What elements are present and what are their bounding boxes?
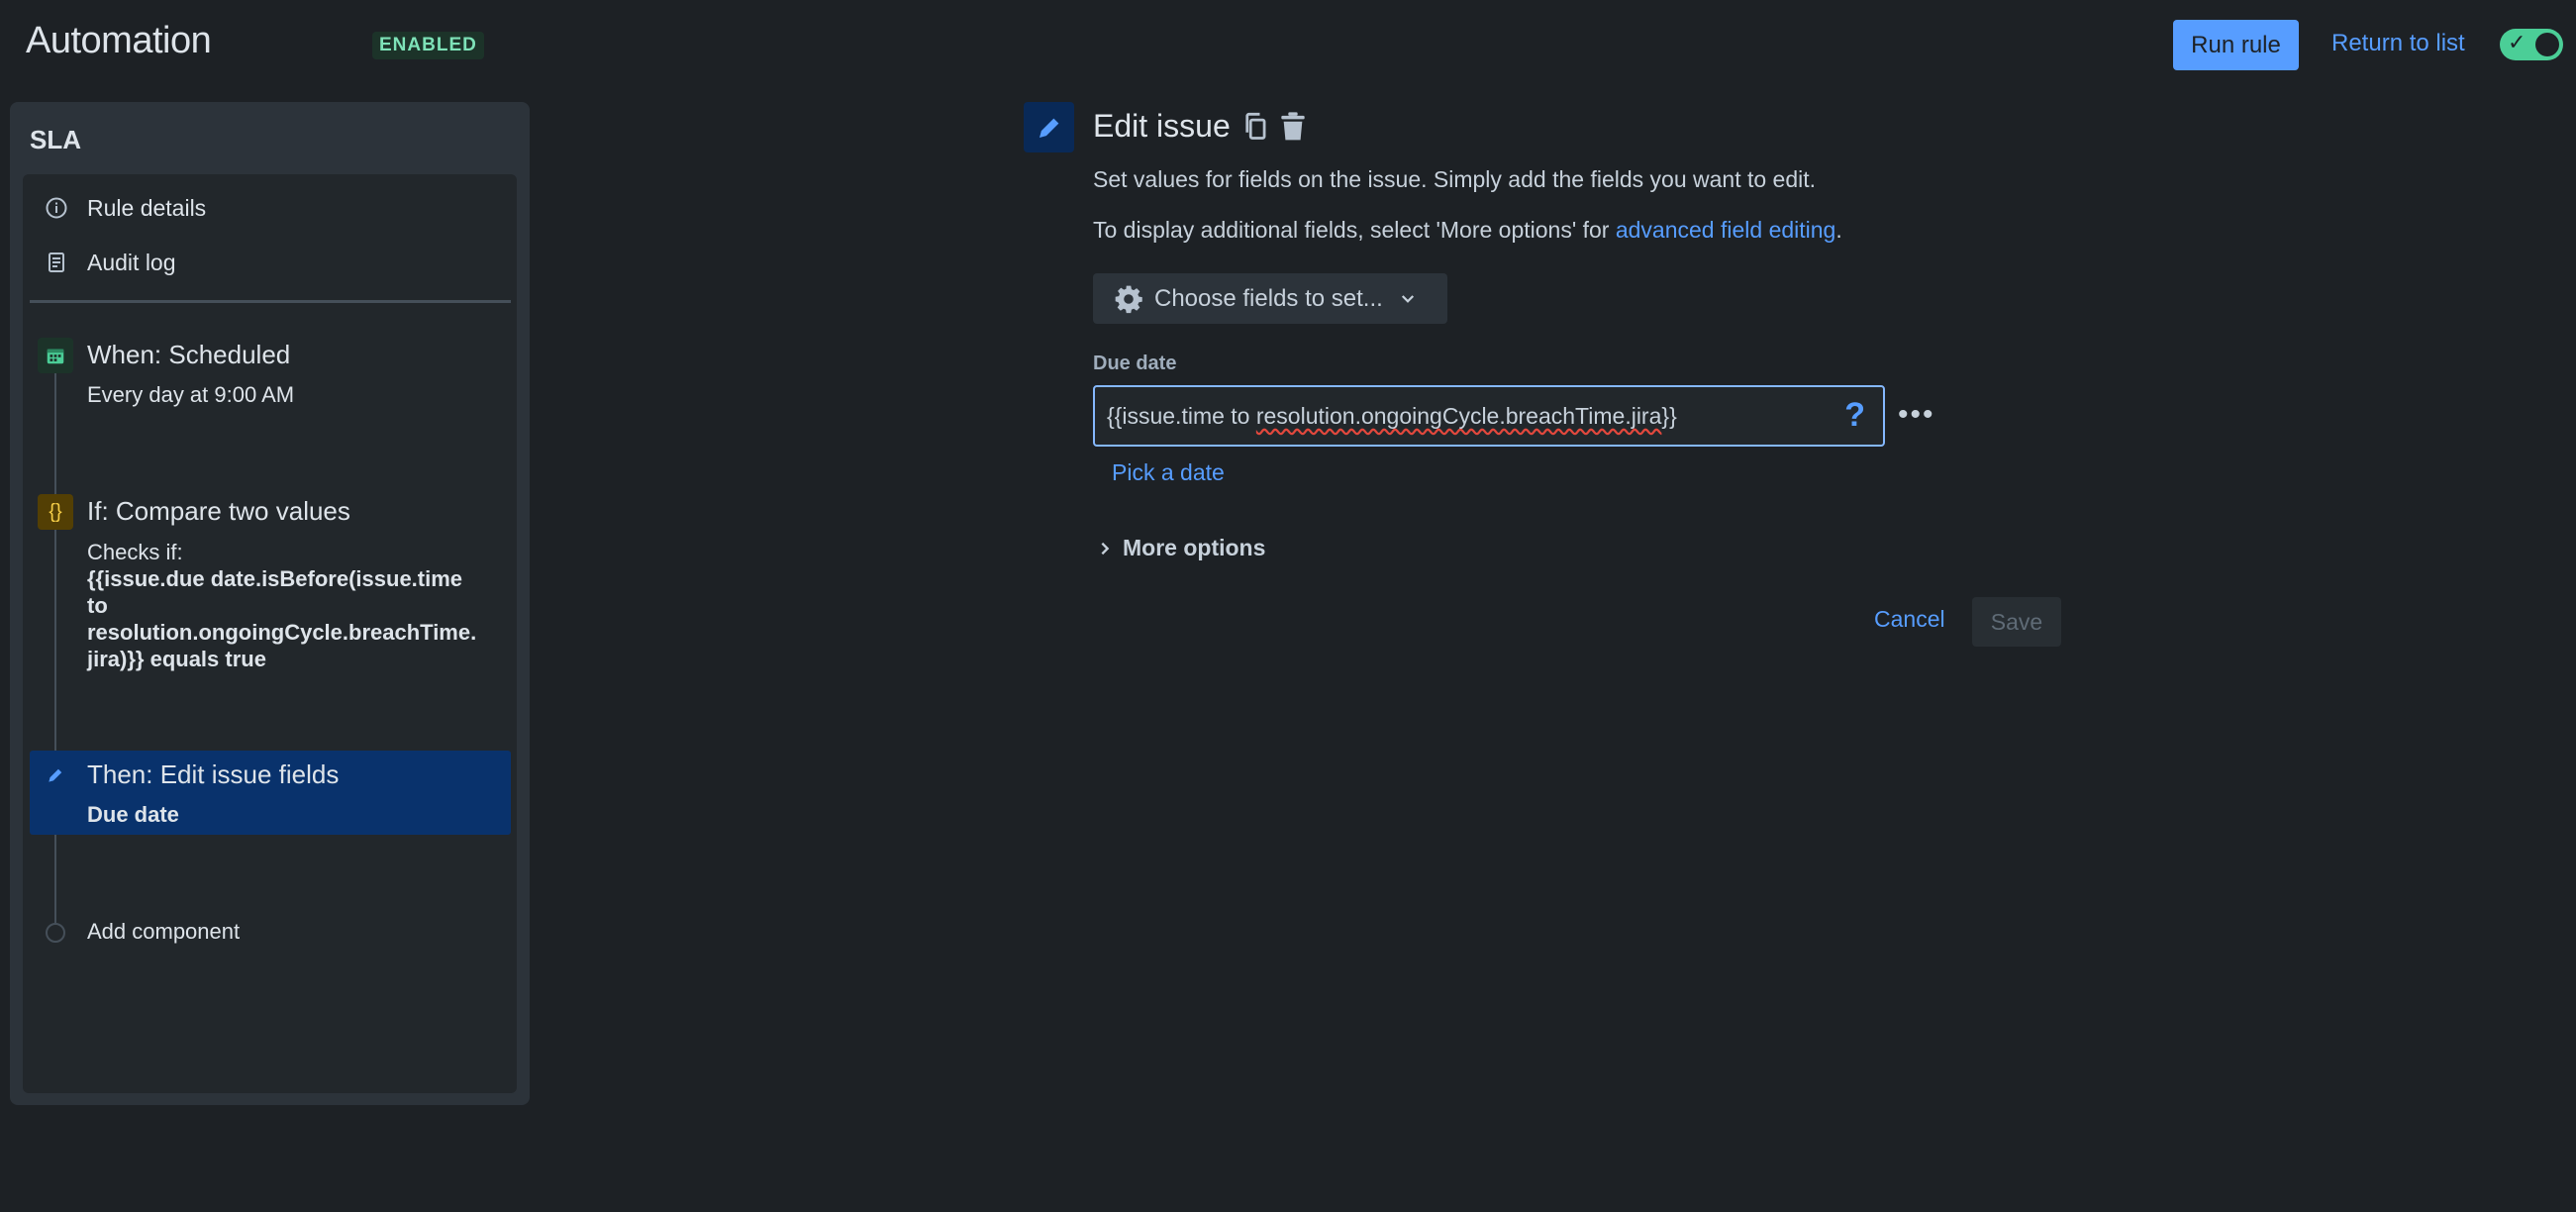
more-actions-icon[interactable]: ••• bbox=[1898, 398, 1935, 432]
gear-icon bbox=[1113, 283, 1144, 315]
trigger-subtitle: Every day at 9:00 AM bbox=[87, 382, 295, 407]
chevron-right-icon bbox=[1097, 541, 1113, 556]
add-component-dot bbox=[46, 923, 65, 943]
help-icon[interactable]: ? bbox=[1844, 396, 1865, 435]
sidebar-item-label: Rule details bbox=[87, 194, 207, 221]
status-badge: ENABLED bbox=[372, 32, 484, 59]
condition-title: If: Compare two values bbox=[87, 496, 350, 526]
pick-date-link[interactable]: Pick a date bbox=[1112, 459, 1225, 486]
condition-line: {{issue.due date.isBefore(issue.time bbox=[87, 566, 463, 591]
due-date-value: {{issue.time to resolution.ongoingCycle.… bbox=[1107, 403, 1677, 430]
hint-suffix: . bbox=[1835, 217, 1842, 243]
editor-title: Edit issue bbox=[1093, 108, 1231, 144]
braces-icon: {} bbox=[38, 494, 73, 530]
return-to-list-link[interactable]: Return to list bbox=[2331, 30, 2465, 57]
pencil-icon bbox=[1024, 102, 1074, 152]
pencil-icon bbox=[38, 758, 73, 793]
choose-fields-label: Choose fields to set... bbox=[1154, 284, 1383, 312]
due-date-label: Due date bbox=[1093, 353, 1177, 374]
condition-line: to bbox=[87, 593, 108, 618]
advanced-field-editing-link[interactable]: advanced field editing bbox=[1616, 217, 1836, 243]
save-button[interactable]: Save bbox=[1972, 597, 2061, 647]
sidebar-divider bbox=[30, 300, 511, 303]
toggle-knob bbox=[2535, 33, 2559, 56]
sidebar-item-rule-details[interactable]: Rule details bbox=[30, 183, 505, 233]
check-icon: ✓ bbox=[2508, 30, 2526, 54]
add-component-label: Add component bbox=[87, 919, 241, 944]
action-detail: Due date bbox=[87, 802, 179, 827]
sidebar-item-audit-log[interactable]: Audit log bbox=[30, 238, 505, 287]
run-rule-button[interactable]: Run rule bbox=[2173, 20, 2299, 70]
action-title: Then: Edit issue fields bbox=[87, 759, 340, 789]
due-date-input[interactable]: {{issue.time to resolution.ongoingCycle.… bbox=[1093, 385, 1885, 447]
more-options-label: More options bbox=[1123, 535, 1266, 560]
trigger-title: When: Scheduled bbox=[87, 340, 291, 369]
value-part-misspelled: resolution.ongoingCycle.breachTime.jira bbox=[1255, 403, 1662, 429]
choose-fields-button[interactable]: Choose fields to set... bbox=[1093, 273, 1447, 324]
page-title: Automation bbox=[26, 20, 212, 61]
editor-description: Set values for fields on the issue. Simp… bbox=[1093, 166, 1817, 192]
rule-name: SLA bbox=[30, 125, 81, 154]
trash-icon[interactable] bbox=[1279, 111, 1307, 148]
editor-hint: To display additional fields, select 'Mo… bbox=[1093, 217, 1842, 244]
condition-expression: {{issue.due date.isBefore(issue.time to … bbox=[87, 565, 508, 672]
rule-enabled-toggle[interactable]: ✓ bbox=[2500, 29, 2563, 60]
more-options-toggle[interactable]: More options bbox=[1093, 535, 1265, 561]
info-icon bbox=[44, 195, 69, 221]
value-part: }} bbox=[1661, 403, 1677, 429]
condition-subtitle: Checks if: bbox=[87, 540, 183, 564]
hint-text: To display additional fields, select 'Mo… bbox=[1093, 217, 1616, 243]
sidebar-item-label: Audit log bbox=[87, 249, 176, 275]
document-icon bbox=[44, 250, 69, 275]
condition-line: jira)}} equals true bbox=[87, 647, 266, 671]
condition-line: resolution.ongoingCycle.breachTime. bbox=[87, 620, 477, 645]
calendar-icon bbox=[38, 338, 73, 373]
timeline-connector bbox=[54, 366, 56, 931]
value-part: {{issue.time to bbox=[1107, 403, 1256, 429]
chevron-down-icon bbox=[1399, 290, 1417, 308]
cancel-button[interactable]: Cancel bbox=[1874, 606, 1945, 633]
copy-icon[interactable] bbox=[1242, 112, 1270, 147]
